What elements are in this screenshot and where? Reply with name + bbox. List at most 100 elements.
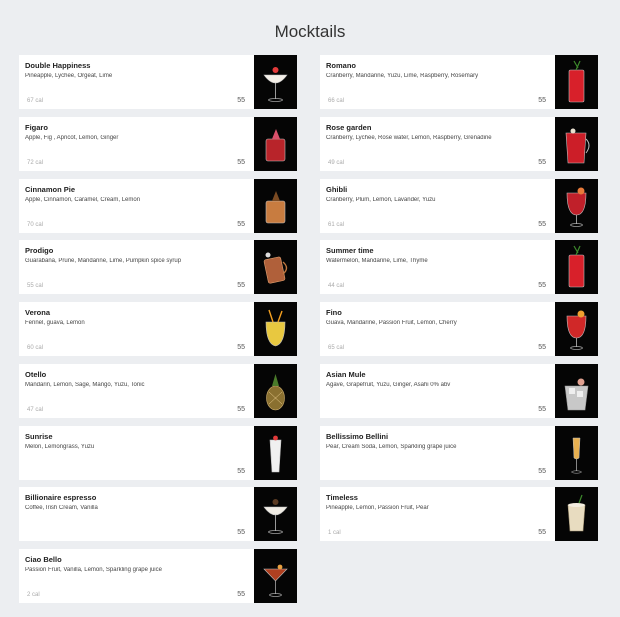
item-ingredients: Fennel, guava, Lemon <box>25 320 85 326</box>
coupe-glass-icon <box>263 499 288 534</box>
menu-item-card[interactable]: Figaro Apple, Fig , Apricot, Lemon, Ginge… <box>19 116 297 171</box>
menu-item-card[interactable]: Cinnamon Pie Apple, Cinnamon, Caramel, Cr… <box>19 178 297 233</box>
item-calories: 66 cal <box>328 98 345 104</box>
item-price: 55 <box>237 282 245 290</box>
item-ingredients: Agave, Grapefruit, Yuzu, Ginger, Asahi 0… <box>326 381 451 388</box>
item-calories: 49 cal <box>328 159 345 166</box>
item-name: Verona <box>25 308 51 317</box>
item-price: 55 <box>237 344 245 351</box>
item-photo[interactable] <box>555 302 598 356</box>
item-calories: 55 cal <box>27 283 44 290</box>
item-ingredients: Cranberry, Plum, Lemon, Lavander, Yuzu <box>326 196 436 203</box>
item-name: Ghibli <box>326 184 348 194</box>
menu-item-card[interactable]: Sunrise Melon, Lemongrass, Yuzu 55 <box>19 425 297 480</box>
ice-cup-icon <box>564 378 589 411</box>
item-name: Asian Mule <box>326 369 366 379</box>
item-name: Ciao Bello <box>25 555 62 564</box>
pineapple-glass-icon <box>266 373 285 411</box>
item-ingredients: Passion Fruit, Vanilla, Lemon, Sparkling… <box>25 567 162 573</box>
item-photo[interactable] <box>254 363 297 418</box>
item-calories: 67 cal <box>27 98 44 104</box>
item-photo[interactable] <box>254 487 297 542</box>
item-calories: 2 cal <box>27 592 40 598</box>
item-photo[interactable] <box>555 178 598 233</box>
item-name: Double Happiness <box>25 61 91 70</box>
item-name: Figaro <box>25 122 48 132</box>
page-title: Mocktails <box>274 22 346 41</box>
goblet-glass-icon <box>566 310 587 350</box>
menu-item-card[interactable]: Fino Guava, Mandarine, Passion Fruit, Lem… <box>320 302 598 356</box>
menu-item-card[interactable]: Ghibli Cranberry, Plum, Lemon, Lavander, … <box>320 178 598 233</box>
item-calories: 60 cal <box>27 345 44 351</box>
item-price: 55 <box>538 529 546 537</box>
item-ingredients: Pineapple, Lychee, Orgeat, Lime <box>25 73 113 79</box>
item-calories: 47 cal <box>27 406 44 413</box>
item-ingredients: Guava, Mandarine, Passion Fruit, Lemon, … <box>326 320 457 326</box>
item-price: 55 <box>538 405 546 413</box>
menu-item-card[interactable]: Prodigo Guarabana, Prune, Mandarine, Lime… <box>19 240 297 295</box>
item-name: Cinnamon Pie <box>25 184 76 194</box>
item-ingredients: Melon, Lemongrass, Yuzu <box>25 443 95 450</box>
item-price: 55 <box>538 282 546 290</box>
goblet-glass-icon <box>566 187 587 227</box>
item-photo[interactable] <box>555 240 598 295</box>
item-photo[interactable] <box>254 178 297 233</box>
item-name: Timeless <box>326 493 358 503</box>
item-photo[interactable] <box>254 116 297 171</box>
item-price: 55 <box>237 467 245 475</box>
item-name: Rose garden <box>326 122 372 132</box>
item-price: 55 <box>237 220 245 228</box>
item-photo[interactable] <box>555 487 598 542</box>
item-ingredients: Coffee, Irish Cream, Vanilla <box>25 505 98 512</box>
item-price: 55 <box>538 220 546 228</box>
item-photo[interactable] <box>254 549 297 603</box>
metal-cup-icon <box>567 495 586 532</box>
item-price: 55 <box>538 158 546 166</box>
menu-item-card[interactable]: Romano Cranberry, Mandarine, Yuzu, Lime, … <box>320 55 598 109</box>
item-calories: 70 cal <box>27 221 44 228</box>
item-photo[interactable] <box>254 425 297 480</box>
menu-item-card[interactable]: Verona Fennel, guava, Lemon 60 cal 55 <box>19 302 297 356</box>
menu-item-card[interactable]: Summer time Watermelon, Mandarine, Lime, … <box>320 240 598 295</box>
item-ingredients: Apple, Cinnamon, Caramel, Cream, Lemon <box>25 196 141 203</box>
flute-glass-icon <box>571 437 582 473</box>
menu-item-card[interactable]: Ciao Bello Passion Fruit, Vanilla, Lemon,… <box>19 549 297 603</box>
menu-item-card[interactable]: Billionaire espresso Coffee, Irish Cream,… <box>19 487 297 542</box>
item-photo[interactable] <box>555 55 598 109</box>
item-name: Fino <box>326 308 342 317</box>
item-ingredients: Watermelon, Mandarine, Lime, Thyme <box>326 258 428 265</box>
item-name: Sunrise <box>25 431 53 441</box>
item-photo[interactable] <box>555 425 598 480</box>
item-photo[interactable] <box>254 302 297 356</box>
item-price: 55 <box>237 591 245 598</box>
item-calories: 1 cal <box>328 530 341 537</box>
menu-item-card[interactable]: Rose garden Cranberry, Lychee, Rose water… <box>320 116 598 171</box>
highball-glass-icon <box>568 245 585 288</box>
item-photo[interactable] <box>555 116 598 171</box>
item-photo[interactable] <box>555 363 598 418</box>
item-photo[interactable] <box>254 55 297 109</box>
item-photo[interactable] <box>254 240 297 295</box>
menu-item-card[interactable]: Asian Mule Agave, Grapefruit, Yuzu, Ginge… <box>320 363 598 418</box>
item-name: Otello <box>25 369 47 379</box>
item-price: 55 <box>237 405 245 413</box>
menu-item-card[interactable]: Timeless Pineapple, Lemon, Passion Fruit,… <box>320 487 598 542</box>
menu-item-card[interactable]: Double Happiness Pineapple, Lychee, Orgea… <box>19 55 297 109</box>
item-name: Billionaire espresso <box>25 493 97 503</box>
item-ingredients: Cranberry, Mandarine, Yuzu, Lime, Raspbe… <box>326 73 479 79</box>
martini-glass-icon <box>263 564 288 597</box>
tiki-glass-icon <box>265 309 286 347</box>
rocks-glass-icon <box>265 190 286 223</box>
copper-mug-icon <box>263 252 288 284</box>
tall-glass-icon <box>269 435 282 472</box>
item-ingredients: Apple, Fig , Apricot, Lemon, Ginger <box>25 134 119 141</box>
item-price: 55 <box>538 344 546 351</box>
item-calories: 44 cal <box>328 283 345 290</box>
item-ingredients: Pineapple, Lemon, Passion Fruit, Pear <box>326 505 429 512</box>
menu-item-card[interactable]: Otello Mandarin, Lemon, Sage, Mango, Yuzu… <box>19 363 297 418</box>
item-ingredients: Guarabana, Prune, Mandarine, Lime, Pumpk… <box>25 258 182 265</box>
item-calories: 65 cal <box>328 345 345 351</box>
item-ingredients: Mandarin, Lemon, Sage, Mango, Yuzu, Toni… <box>25 381 145 388</box>
item-price: 55 <box>237 158 245 166</box>
menu-item-card[interactable]: Bellissimo Bellini Pear, Cream Soda, Lemo… <box>320 425 598 480</box>
